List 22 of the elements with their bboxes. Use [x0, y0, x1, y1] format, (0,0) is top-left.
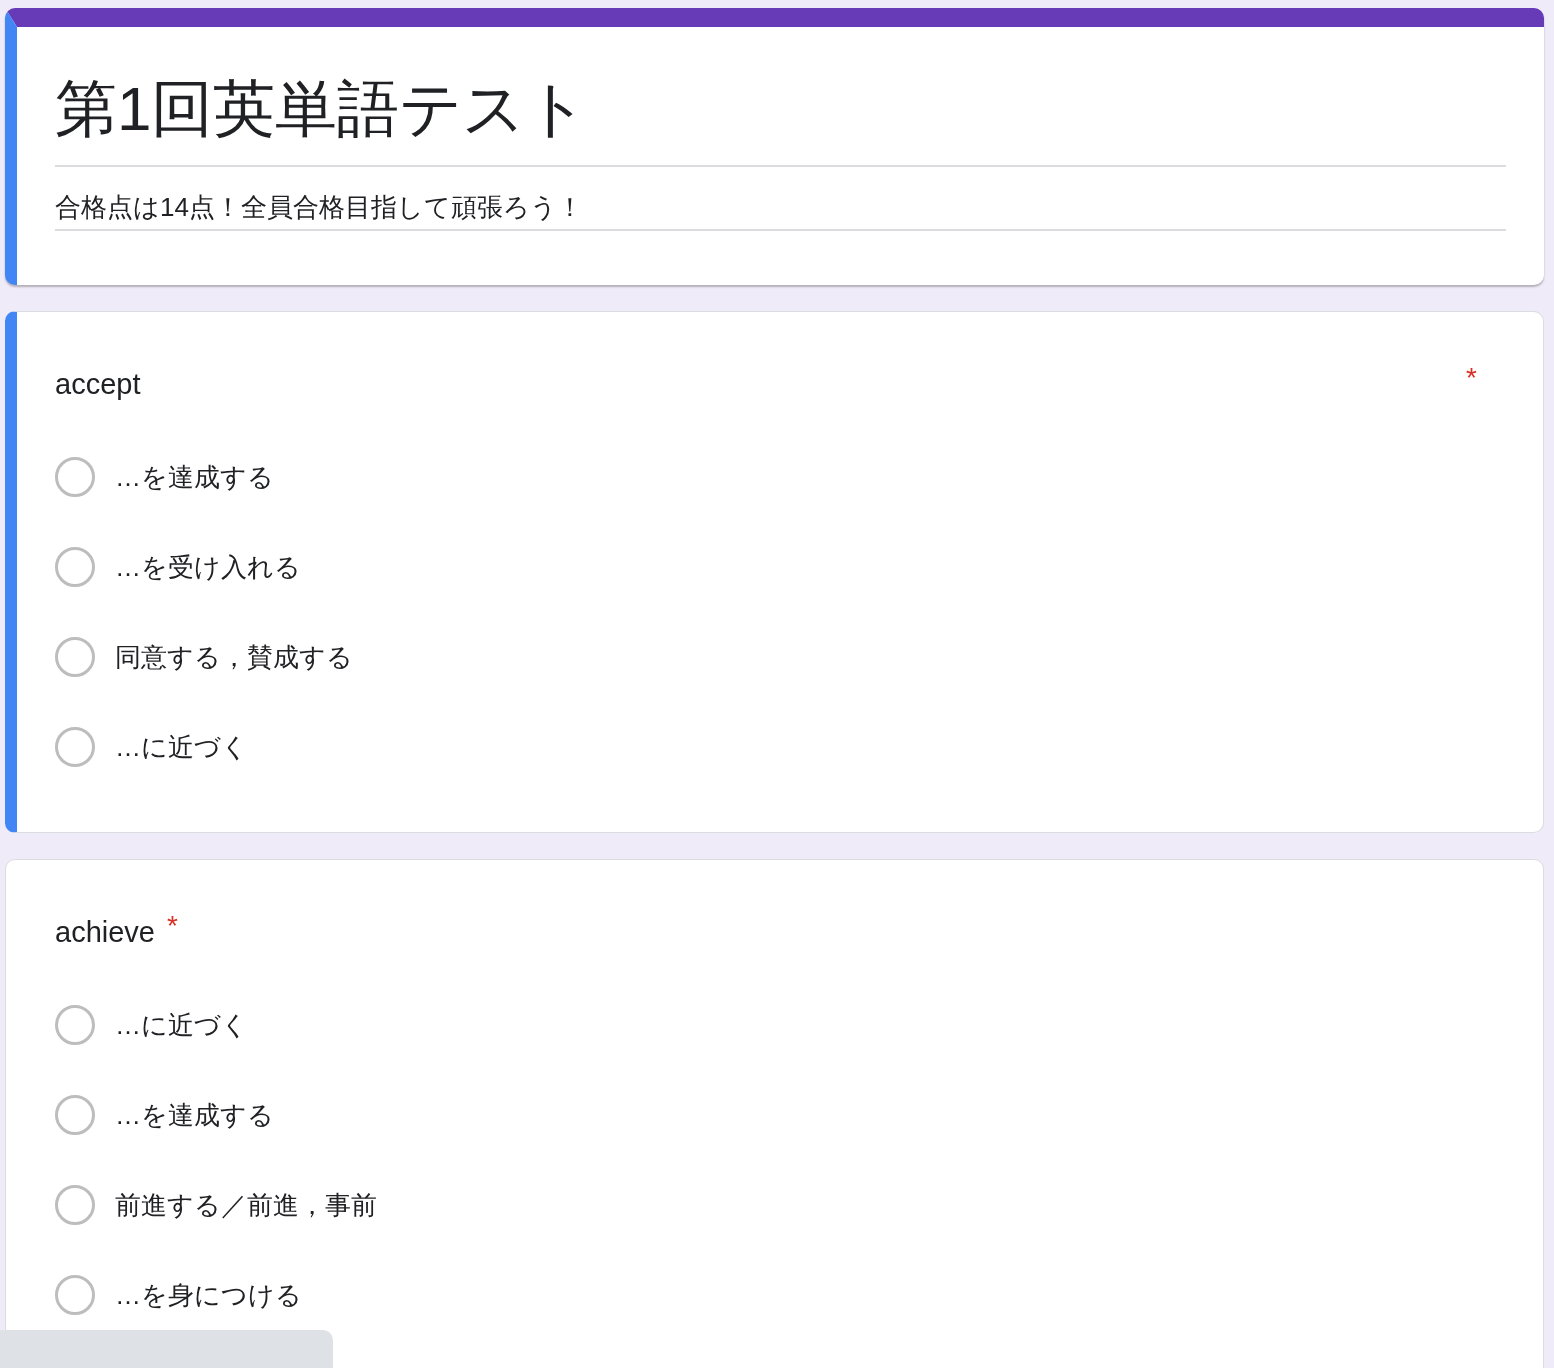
radio-button[interactable] — [55, 1005, 95, 1045]
option-label: …に近づく — [115, 731, 248, 763]
option-label: …を達成する — [115, 1099, 274, 1131]
required-asterisk: * — [166, 910, 178, 942]
option-label: 前進する／前進，事前 — [115, 1189, 377, 1221]
radio-button[interactable] — [55, 457, 95, 497]
radio-button[interactable] — [55, 547, 95, 587]
form-description: 合格点は14点！全員合格目指して頑張ろう！ — [55, 167, 1506, 231]
radio-button[interactable] — [55, 1095, 95, 1135]
question-title: accept — [55, 367, 141, 402]
required-asterisk: * — [1466, 362, 1477, 394]
radio-button[interactable] — [55, 1185, 95, 1225]
option-label: …を達成する — [115, 461, 274, 493]
radio-button[interactable] — [55, 1275, 95, 1315]
option-label: 同意する，賛成する — [115, 641, 353, 673]
option-label: …に近づく — [115, 1009, 248, 1041]
form-title: 第1回英単語テスト — [55, 71, 1506, 167]
radio-button[interactable] — [55, 727, 95, 767]
radio-button[interactable] — [55, 637, 95, 677]
question-title: achieve — [55, 915, 155, 950]
option-label: …を受け入れる — [115, 551, 301, 583]
option-label: …を身につける — [115, 1279, 302, 1311]
